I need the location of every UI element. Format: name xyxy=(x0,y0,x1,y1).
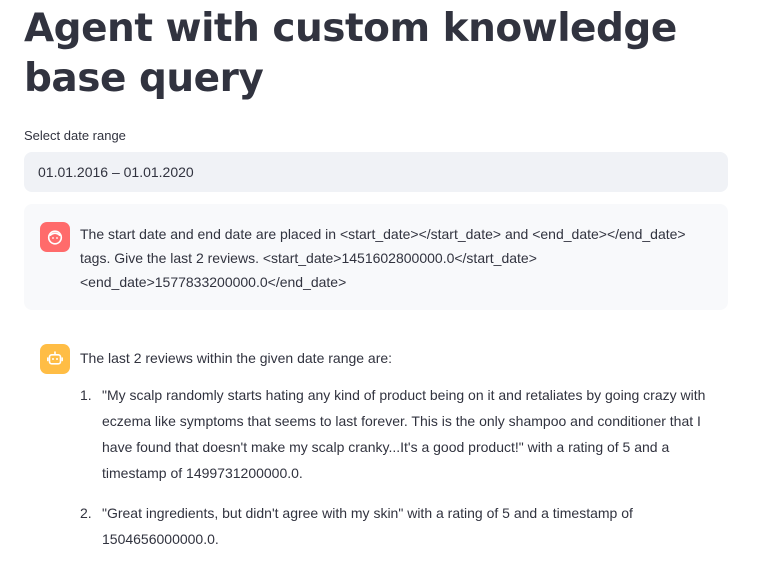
list-item: 1. "My scalp randomly starts hating any … xyxy=(80,382,712,486)
list-item-number: 1. xyxy=(80,387,92,403)
user-avatar xyxy=(40,222,70,252)
user-message-text: The start date and end date are placed i… xyxy=(80,226,686,290)
list-item: 2. "Great ingredients, but didn't agree … xyxy=(80,500,712,552)
main-container: Agent with custom knowledge base query S… xyxy=(24,0,728,192)
assistant-message: The last 2 reviews within the given date… xyxy=(24,336,728,574)
review-list: 1. "My scalp randomly starts hating any … xyxy=(80,382,712,552)
robot-icon xyxy=(46,351,64,365)
user-face-icon xyxy=(47,230,63,245)
list-item-text: "My scalp randomly starts hating any kin… xyxy=(102,387,706,481)
assistant-message-content: The last 2 reviews within the given date… xyxy=(80,344,712,552)
date-range-input[interactable]: 01.01.2016 – 01.01.2020 xyxy=(24,152,728,192)
page-title: Agent with custom knowledge base query xyxy=(24,6,677,101)
date-range-value: 01.01.2016 – 01.01.2020 xyxy=(38,164,194,180)
user-message: The start date and end date are placed i… xyxy=(24,204,728,310)
list-item-number: 2. xyxy=(80,505,92,521)
assistant-intro-text: The last 2 reviews within the given date… xyxy=(80,350,393,366)
date-range-label: Select date range xyxy=(24,128,126,143)
assistant-avatar xyxy=(40,344,70,374)
list-item-text: "Great ingredients, but didn't agree wit… xyxy=(102,505,633,547)
